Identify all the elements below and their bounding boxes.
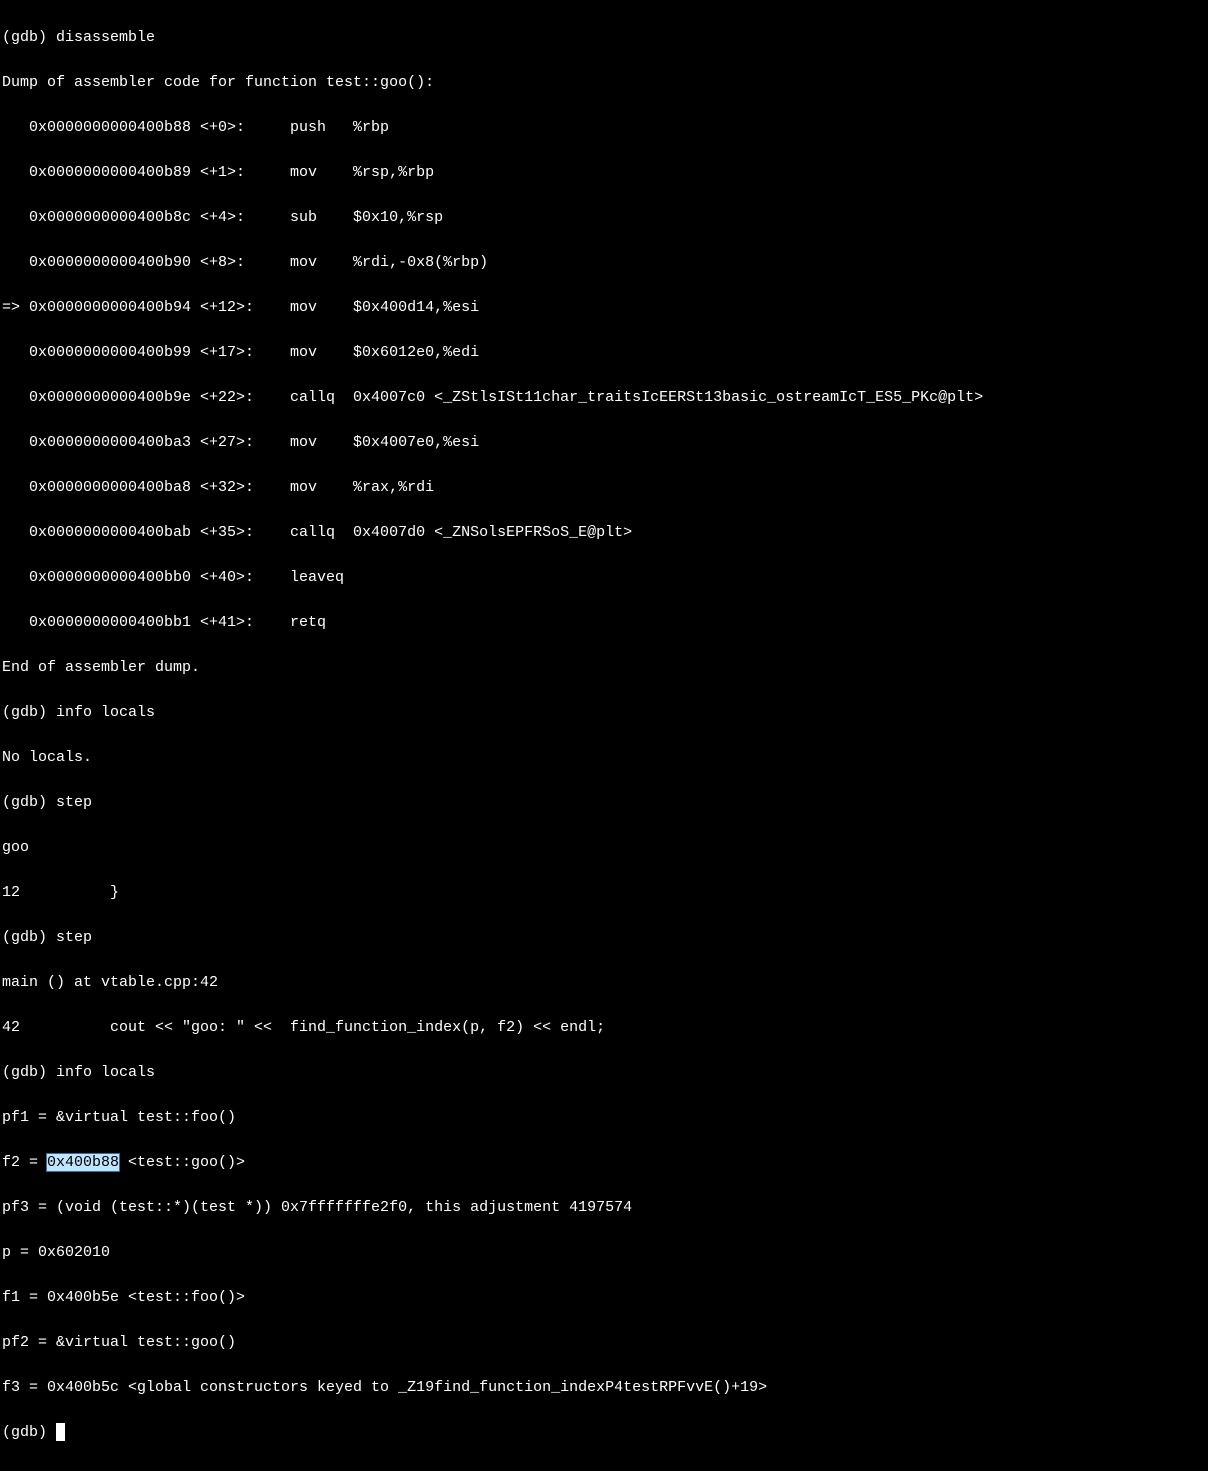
terminal-line: f3 = 0x400b5c <global constructors keyed…	[2, 1377, 1206, 1400]
terminal-line: f1 = 0x400b5e <test::foo()>	[2, 1287, 1206, 1310]
cursor-icon	[56, 1423, 65, 1441]
terminal-line: 0x0000000000400ba8 <+32>: mov %rax,%rdi	[2, 477, 1206, 500]
terminal-line: 42 cout << "goo: " << find_function_inde…	[2, 1017, 1206, 1040]
highlighted-address: 0x400b88	[47, 1154, 119, 1171]
terminal-line: => 0x0000000000400b94 <+12>: mov $0x400d…	[2, 297, 1206, 320]
terminal-line: pf2 = &virtual test::goo()	[2, 1332, 1206, 1355]
terminal-line: main () at vtable.cpp:42	[2, 972, 1206, 995]
terminal-line: pf1 = &virtual test::foo()	[2, 1107, 1206, 1130]
terminal-line: (gdb) info locals	[2, 702, 1206, 725]
terminal-line: 0x0000000000400b88 <+0>: push %rbp	[2, 117, 1206, 140]
terminal-line: 0x0000000000400b99 <+17>: mov $0x6012e0,…	[2, 342, 1206, 365]
terminal-line: 0x0000000000400b89 <+1>: mov %rsp,%rbp	[2, 162, 1206, 185]
terminal-line: End of assembler dump.	[2, 657, 1206, 680]
terminal-line: 0x0000000000400b90 <+8>: mov %rdi,-0x8(%…	[2, 252, 1206, 275]
terminal-line: (gdb) disassemble	[2, 27, 1206, 50]
gdb-prompt: (gdb)	[2, 1424, 56, 1441]
terminal-line: 0x0000000000400ba3 <+27>: mov $0x4007e0,…	[2, 432, 1206, 455]
terminal-line: 0x0000000000400bb1 <+41>: retq	[2, 612, 1206, 635]
terminal-line: No locals.	[2, 747, 1206, 770]
terminal-line: 0x0000000000400b9e <+22>: callq 0x4007c0…	[2, 387, 1206, 410]
terminal-line: (gdb) step	[2, 792, 1206, 815]
terminal-line: pf3 = (void (test::*)(test *)) 0x7ffffff…	[2, 1197, 1206, 1220]
terminal-line: Dump of assembler code for function test…	[2, 72, 1206, 95]
terminal-line: (gdb) info locals	[2, 1062, 1206, 1085]
terminal-line: (gdb) step	[2, 927, 1206, 950]
terminal-line: p = 0x602010	[2, 1242, 1206, 1265]
line-prefix: f2 =	[2, 1154, 47, 1171]
terminal-prompt-line[interactable]: (gdb)	[2, 1422, 1206, 1445]
line-suffix: <test::goo()>	[119, 1154, 245, 1171]
terminal-output[interactable]: (gdb) disassemble Dump of assembler code…	[2, 4, 1206, 1467]
terminal-line: 0x0000000000400b8c <+4>: sub $0x10,%rsp	[2, 207, 1206, 230]
terminal-line: 0x0000000000400bb0 <+40>: leaveq	[2, 567, 1206, 590]
terminal-line: 12 }	[2, 882, 1206, 905]
terminal-line: goo	[2, 837, 1206, 860]
terminal-line-highlighted: f2 = 0x400b88 <test::goo()>	[2, 1152, 1206, 1175]
terminal-line: 0x0000000000400bab <+35>: callq 0x4007d0…	[2, 522, 1206, 545]
